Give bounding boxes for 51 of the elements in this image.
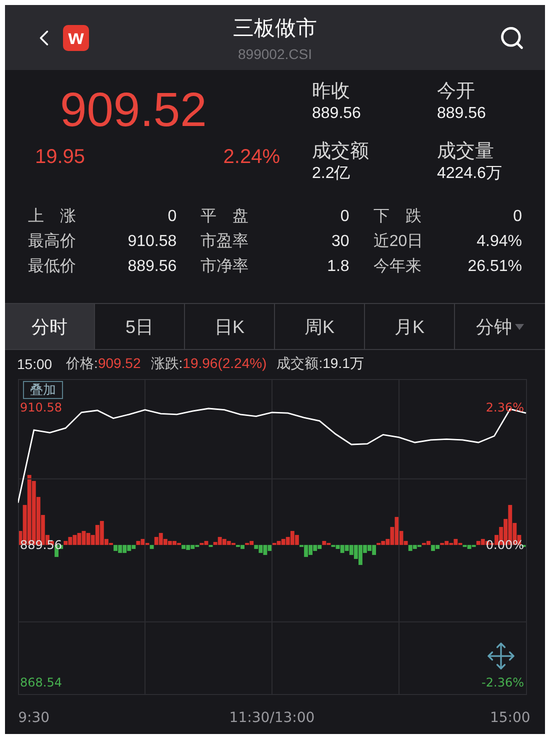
stat-label: 今开 bbox=[437, 80, 476, 104]
stat-value: 4224.6万 bbox=[437, 164, 503, 184]
stat-label: 成交额 bbox=[312, 140, 370, 164]
percent-axis-label: 2.36% bbox=[486, 400, 524, 414]
stat-label: 下 跌 bbox=[373, 207, 422, 228]
stat-label: 市净率 bbox=[200, 256, 249, 278]
stat-value: 889.56 bbox=[312, 104, 362, 124]
current-price: 909.52 bbox=[60, 83, 208, 140]
info-value: 19.96(2.24%) bbox=[182, 355, 267, 374]
stat-label: 最低价 bbox=[28, 257, 76, 278]
info-value: 909.52 bbox=[98, 355, 141, 374]
percent-change: 2.24% bbox=[223, 146, 280, 170]
stat-value: 0 bbox=[513, 208, 522, 226]
stat-value: 910.58 bbox=[128, 232, 177, 251]
stat-label: 最高价 bbox=[28, 232, 76, 252]
info-label: 涨跌: bbox=[150, 355, 183, 374]
caret-icon bbox=[515, 324, 524, 330]
price-axis-label: 868.54 bbox=[20, 676, 62, 690]
time-axis-label: 9:30 bbox=[18, 710, 50, 726]
stat-value: 0 bbox=[168, 208, 177, 226]
info-value: 19.1万 bbox=[322, 355, 364, 374]
stat-value: 4.94% bbox=[476, 232, 522, 251]
time-axis-label: 11:30/13:00 bbox=[229, 710, 315, 726]
stat-label: 市盈率 bbox=[200, 232, 249, 252]
info-time: 15:00 bbox=[17, 356, 52, 372]
stat-label: 平 盘 bbox=[200, 207, 249, 228]
price-change: 19.95 bbox=[35, 146, 86, 170]
overlay-button[interactable]: 叠加 bbox=[23, 380, 63, 399]
stat-value: 30 bbox=[332, 232, 350, 251]
stat-value: 2.2亿 bbox=[312, 164, 352, 184]
stat-label: 成交量 bbox=[437, 140, 495, 164]
app-logo[interactable]: w bbox=[63, 24, 89, 51]
stat-value: 889.56 bbox=[128, 258, 177, 276]
stat-value: 889.56 bbox=[437, 104, 487, 124]
stat-label: 近20日 bbox=[373, 232, 424, 252]
stock-code: 899002.CSI bbox=[238, 46, 312, 62]
search-icon[interactable] bbox=[499, 24, 525, 51]
stat-label: 上 涨 bbox=[28, 206, 76, 228]
stat-label: 今年来 bbox=[373, 256, 422, 278]
move-icon[interactable] bbox=[486, 640, 516, 671]
stat-value: 1.8 bbox=[327, 258, 350, 276]
stat-value: 0 bbox=[340, 208, 350, 226]
info-label: 价格: bbox=[66, 355, 98, 374]
stat-label: 昨收 bbox=[312, 80, 351, 104]
info-label: 成交额: bbox=[276, 355, 323, 374]
chart-tab[interactable]: 分时 bbox=[5, 304, 95, 350]
percent-axis-label: -2.36% bbox=[482, 676, 524, 690]
stock-title: 三板做市 bbox=[233, 16, 317, 42]
stat-value: 26.51% bbox=[468, 258, 522, 276]
time-axis-label: 15:00 bbox=[490, 710, 530, 726]
price-axis-label: 910.58 bbox=[20, 400, 62, 414]
